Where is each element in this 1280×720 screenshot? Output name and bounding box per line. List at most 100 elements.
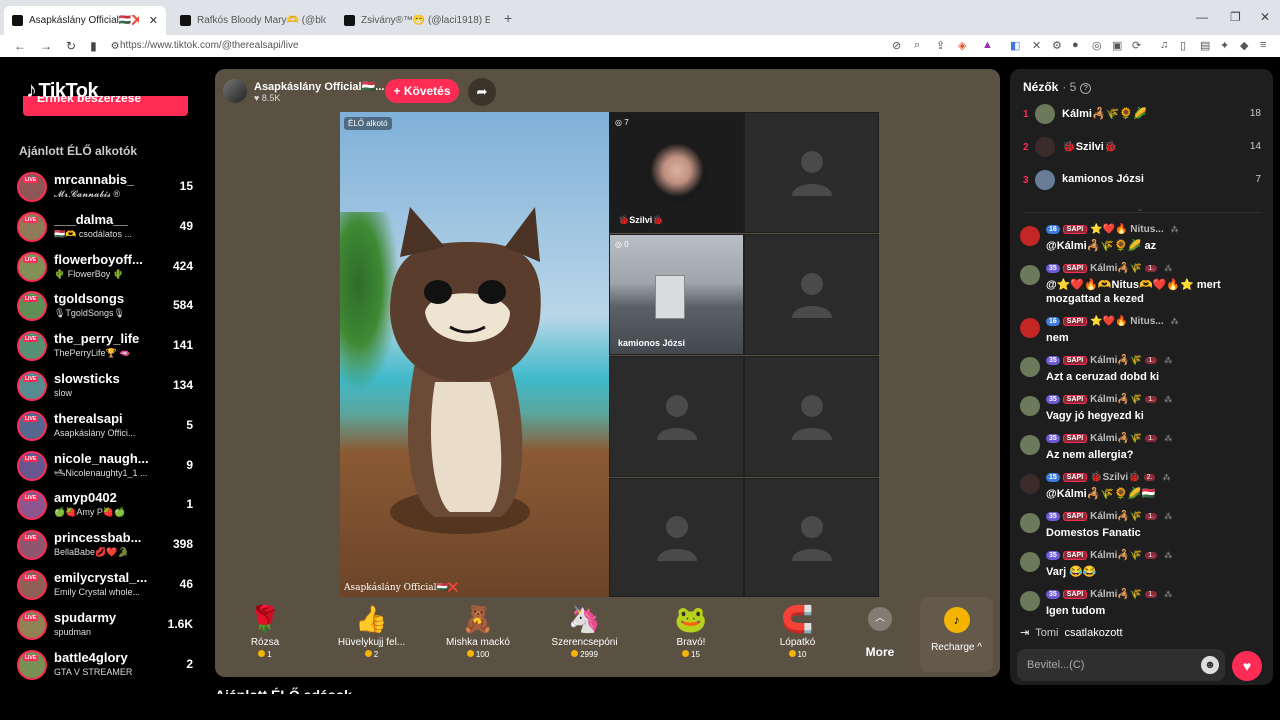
brave-shield-icon[interactable]: ◈ <box>958 39 966 52</box>
gift-item[interactable]: 🌹 Rózsa 1 <box>220 603 310 659</box>
top-viewer-item[interactable]: 3 kamionos Józsi 7 <box>1023 170 1263 194</box>
chat-message[interactable]: 35 SAPI Kálmi🦂🌾 1. ⁂ Igen tudom <box>1020 589 1265 625</box>
extension-icon[interactable]: ◎ <box>1092 39 1102 52</box>
media-icon[interactable]: ♫ <box>1160 39 1168 51</box>
more-options-icon[interactable]: ⁂ <box>1162 473 1170 482</box>
follow-button[interactable]: + Követés <box>385 79 459 103</box>
chat-username[interactable]: ⭐❤️🔥 Nitus... <box>1090 224 1163 235</box>
chat-username[interactable]: ⭐❤️🔥 Nitus... <box>1090 316 1163 327</box>
creator-item[interactable]: LIVE nicole_naugh... 🛥Nicolenaughty1_1 ...… <box>17 449 197 487</box>
close-window-icon[interactable]: ✕ <box>1260 10 1270 24</box>
share-icon[interactable]: ➦ <box>468 78 496 106</box>
emoji-icon[interactable]: ☻ <box>1201 656 1219 674</box>
more-options-icon[interactable]: ⁂ <box>1171 317 1179 326</box>
new-tab-button[interactable]: + <box>504 10 512 26</box>
help-icon[interactable]: ? <box>1080 83 1092 94</box>
creator-item[interactable]: LIVE tgoldsongs 🎙TgoldSongs🎙 584 <box>17 289 197 327</box>
extension-icon[interactable]: ⟳ <box>1132 39 1141 52</box>
rewards-icon[interactable]: ▲ <box>982 39 993 51</box>
recharge-button[interactable]: ♪ Recharge ^ <box>920 597 993 672</box>
chat-username[interactable]: Kálmi🦂🌾 <box>1090 550 1142 561</box>
gift-item[interactable]: 🧲 Lópatkó 10 <box>753 603 843 659</box>
empty-guest-slot[interactable] <box>744 356 879 477</box>
more-options-icon[interactable]: ⁂ <box>1164 551 1172 560</box>
gift-item[interactable]: 🐸 Bravó! 15 <box>646 603 736 659</box>
chat-username[interactable]: Kálmi🦂🌾 <box>1090 355 1142 366</box>
host-name[interactable]: Asapkáslány Official🇭🇺... <box>254 80 384 93</box>
chat-message[interactable]: 16 SAPI ⭐❤️🔥 Nitus... ⁂ @Kálmi🦂🌾🌻🌽 az <box>1020 224 1265 260</box>
gift-item[interactable]: 🦄 Szerencsepóni 2999 <box>540 603 630 659</box>
empty-guest-slot[interactable] <box>609 478 744 597</box>
extension-icon[interactable]: ● <box>1072 39 1079 51</box>
reload-icon[interactable]: ↻ <box>66 39 76 53</box>
guest-tile-jozsi[interactable]: ◎ 0 kamionos Józsi <box>609 234 744 355</box>
menu-icon[interactable]: ≡ <box>1260 39 1266 51</box>
main-video[interactable]: ÉLŐ alkotó Asapkáslány Official🇭🇺❌ <box>340 112 609 597</box>
chat-message[interactable]: 35 SAPI Kálmi🦂🌾 1. ⁂ @⭐❤️🔥🫶Nitus🫶❤️🔥⭐ mert mo… <box>1020 263 1265 313</box>
empty-guest-slot[interactable] <box>744 112 879 233</box>
creator-item[interactable]: LIVE slowsticks slow 134 <box>17 369 197 407</box>
creator-item[interactable]: LIVE amyp0402 🍏🍓Amy P🍓🍏 1 <box>17 488 197 526</box>
site-settings-icon[interactable]: ⚙ <box>111 41 120 52</box>
chat-message[interactable]: 35 SAPI Kálmi🦂🌾 1. ⁂ Varj 😂😂 <box>1020 550 1265 586</box>
creator-item[interactable]: LIVE princessbab... BellaBabe💋❤️🐊 398 <box>17 528 197 566</box>
wallet-icon[interactable]: ▤ <box>1200 39 1210 52</box>
extension-icon[interactable]: ✕ <box>1032 39 1041 52</box>
creator-item[interactable]: LIVE emilycrystal_... Emily Crystal whole.… <box>17 568 197 606</box>
forward-icon[interactable]: → <box>40 39 52 53</box>
host-avatar[interactable] <box>223 79 247 103</box>
chat-message[interactable]: 35 SAPI Kálmi🦂🌾 1. ⁂ Vagy jó hegyezd ki <box>1020 394 1265 430</box>
more-gifts-button[interactable]: ︿ More <box>855 607 905 659</box>
creator-item[interactable]: LIVE ___dalma__ 🇭🇺🫶 csodálatos ... 49 <box>17 210 197 248</box>
empty-guest-slot[interactable] <box>744 478 879 597</box>
chat-username[interactable]: Kálmi🦂🌾 <box>1090 511 1142 522</box>
empty-guest-slot[interactable] <box>609 356 744 477</box>
maximize-icon[interactable]: ❐ <box>1230 10 1241 24</box>
guest-tile-szilvi[interactable]: ◎ 7 🐞Szilvi🐞 <box>609 112 744 233</box>
back-icon[interactable]: ← <box>14 39 26 53</box>
leo-ai-icon[interactable]: ✦ <box>1220 39 1229 52</box>
browser-tab-active[interactable]: Asapkáslány Official🇭🇺❌ (@ ✕ <box>4 6 166 35</box>
chat-username[interactable]: Kálmi🦂🌾 <box>1090 394 1142 405</box>
more-options-icon[interactable]: ⁂ <box>1164 395 1172 404</box>
chat-message[interactable]: 35 SAPI Kálmi🦂🌾 1. ⁂ Azt a ceruzad dobd ki <box>1020 355 1265 391</box>
top-viewer-item[interactable]: 1 Kálmi🦂🌾🌻🌽 18 <box>1023 104 1263 128</box>
no-camera-icon[interactable]: ⊘ <box>892 39 901 52</box>
zoom-icon[interactable]: ⌕ <box>914 39 920 52</box>
host-info[interactable]: Asapkáslány Official🇭🇺... ♥ 8.5K <box>223 77 384 105</box>
extensions-puzzle-icon[interactable]: ▣ <box>1112 39 1122 52</box>
bookmark-icon[interactable]: ▮ <box>90 39 97 53</box>
close-tab-icon[interactable]: ✕ <box>149 14 158 27</box>
more-options-icon[interactable]: ⁂ <box>1164 512 1172 521</box>
chat-message[interactable]: 35 SAPI Kálmi🦂🌾 1. ⁂ Az nem allergia? <box>1020 433 1265 469</box>
creator-item[interactable]: LIVE therealsapi Asapkáslány Offici... 5 <box>17 409 197 447</box>
browser-tab[interactable]: Zsivány®™😁 (@laci1918) ÉLŐ adás <box>336 6 498 35</box>
gift-item[interactable]: 👍 Hüvelykujj fel... 2 <box>327 603 417 659</box>
creator-item[interactable]: LIVE the_perry_life ThePerryLife🏆 🫦 141 <box>17 329 197 367</box>
more-options-icon[interactable]: ⁂ <box>1164 356 1172 365</box>
empty-guest-slot[interactable] <box>744 234 879 355</box>
chat-message[interactable]: 15 SAPI 🐞Szilvi🐞 2. ⁂ @Kálmi🦂🌾🌻🌽🇭🇺 <box>1020 472 1265 508</box>
chat-message[interactable]: 35 SAPI Kálmi🦂🌾 1. ⁂ Domestos Fanatic <box>1020 511 1265 547</box>
chat-input[interactable] <box>1027 649 1187 681</box>
creator-item[interactable]: LIVE mrcannabis_ 𝓜𝓻.𝓒𝓪𝓷𝓷𝓪𝓫𝓲𝓼 ® 15 <box>17 170 197 208</box>
more-options-icon[interactable]: ⁂ <box>1171 225 1179 234</box>
tiktok-logo[interactable]: ♪ TikTok <box>26 77 99 103</box>
creator-item[interactable]: LIVE battle4glory GTA V STREAMER 2 <box>17 648 197 686</box>
translate-icon[interactable]: ◧ <box>1010 39 1020 52</box>
more-options-icon[interactable]: ⁂ <box>1164 434 1172 443</box>
chat-username[interactable]: Kálmi🦂🌾 <box>1090 433 1142 444</box>
like-heart-button[interactable]: ♥ <box>1232 651 1262 681</box>
top-viewer-item[interactable]: 2 🐞Szilvi🐞 14 <box>1023 137 1263 161</box>
extension-icon[interactable]: ⚙ <box>1052 39 1062 52</box>
chat-message[interactable]: 16 SAPI ⭐❤️🔥 Nitus... ⁂ nem <box>1020 316 1265 352</box>
vpn-icon[interactable]: ◆ <box>1240 39 1248 52</box>
creator-item[interactable]: LIVE flowerboyoff... 🌵 FlowerBoy 🌵 424 <box>17 250 197 288</box>
more-options-icon[interactable]: ⁂ <box>1164 264 1172 273</box>
chat-username[interactable]: Kálmi🦂🌾 <box>1090 263 1142 274</box>
more-options-icon[interactable]: ⁂ <box>1164 590 1172 599</box>
minimize-icon[interactable]: — <box>1196 10 1208 24</box>
creator-item[interactable]: LIVE spudarmy spudman 1.6K <box>17 608 197 646</box>
url-field[interactable]: https://www.tiktok.com/@therealsapi/live <box>120 40 299 51</box>
chat-username[interactable]: Kálmi🦂🌾 <box>1090 589 1142 600</box>
